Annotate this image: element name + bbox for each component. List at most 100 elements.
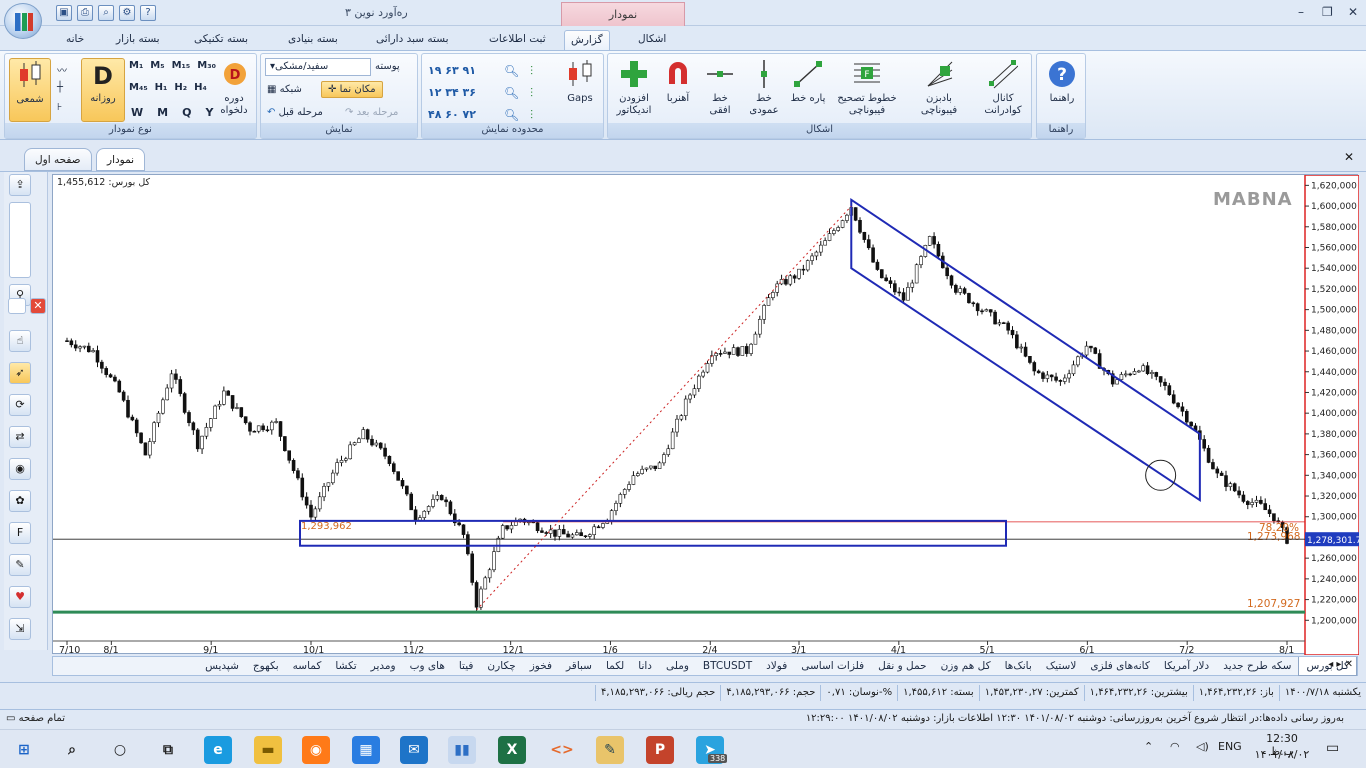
symbol-tab[interactable]: حمل و نقل: [871, 660, 933, 672]
symbol-tab[interactable]: فلزات اساسی: [794, 660, 871, 672]
prev-step-button[interactable]: ↶ مرحله قبل: [267, 107, 323, 118]
tab-fundamental[interactable]: بسته بنیادی: [282, 30, 344, 51]
symbol-tab[interactable]: بکهوج: [246, 660, 286, 672]
segment-button[interactable]: پاره خط: [788, 58, 828, 105]
range-preset-grid[interactable]: ۱۹ ۶۳ ۹۱ ۱۲ ۳۴ ۳۶ ۴۸ ۶۰ ۷۲: [428, 60, 476, 126]
tool-palette-icon[interactable]: ✿: [9, 490, 31, 512]
tool-pointer-icon[interactable]: ➶: [9, 362, 31, 384]
symbol-tab[interactable]: فیتا: [452, 660, 481, 672]
print-preview-icon[interactable]: ⌕: [98, 5, 114, 21]
background-select[interactable]: سفید/مشکی ▾: [265, 58, 371, 76]
mail-icon[interactable]: ✉: [400, 736, 428, 764]
language-indicator[interactable]: ENG: [1218, 740, 1242, 753]
symbol-tab[interactable]: BTCUSDT: [696, 660, 759, 672]
monthly-button[interactable]: M: [157, 106, 168, 119]
symbol-tab[interactable]: سباقر: [559, 660, 599, 672]
yearly-button[interactable]: Y: [205, 106, 213, 119]
firefox-icon[interactable]: ◉: [302, 736, 330, 764]
price-chart[interactable]: 1,200,0001,220,0001,240,0001,260,0001,28…: [53, 175, 1359, 655]
symbol-tab[interactable]: فولاد: [759, 660, 794, 672]
next-step-button[interactable]: ↷ مرحله بعد: [345, 107, 398, 118]
symbol-tab[interactable]: دانا: [631, 660, 659, 672]
tool-refresh-icon[interactable]: ⟳: [9, 394, 31, 416]
maximize-button[interactable]: ❐: [1322, 5, 1333, 19]
symbol-tab[interactable]: شپدیس: [198, 660, 246, 672]
symbol-tab[interactable]: دلار آمریکا: [1157, 660, 1216, 672]
pin-icon[interactable]: ⇪: [9, 174, 31, 196]
fullscreen-toggle[interactable]: ▭ تمام صفحه: [6, 713, 65, 724]
tab-home[interactable]: خانه: [60, 30, 90, 51]
symbol-tab[interactable]: ومدیر: [364, 660, 403, 672]
paint-icon[interactable]: ✎: [596, 736, 624, 764]
gaps-button[interactable]: Gaps: [560, 58, 600, 105]
weekly-button[interactable]: W: [131, 106, 143, 119]
symbol-nav-arrows[interactable]: ◂ ▸ ✕: [1328, 659, 1353, 670]
wifi-icon[interactable]: ◠: [1170, 740, 1180, 753]
symbol-tab[interactable]: کماسه: [286, 660, 329, 672]
powerpoint-icon[interactable]: P: [646, 736, 674, 764]
tab-chart-doc[interactable]: نمودار: [96, 148, 146, 171]
tool-sync-icon[interactable]: ⇄: [9, 426, 31, 448]
tool-f-icon[interactable]: F: [9, 522, 31, 544]
tool-export-icon[interactable]: ⇲: [9, 618, 31, 640]
fib-retracement-button[interactable]: F خطوط تصحیح فیبوناچی: [834, 58, 900, 117]
line-chart-icon[interactable]: 〰: [57, 62, 67, 77]
cursor-button[interactable]: ✛ مکان نما: [321, 81, 383, 98]
candle-button[interactable]: شمعی: [9, 58, 51, 122]
magnet-button[interactable]: آهنربا: [660, 58, 696, 105]
timeframe-grid-hours[interactable]: M₄₅ H₁ H₂ H₄: [129, 82, 207, 93]
fib-fan-button[interactable]: بادبزن فیبوناچی: [908, 58, 970, 117]
symbol-tab[interactable]: بانک‌ها: [998, 660, 1039, 672]
ohlc-icon[interactable]: ⊦: [57, 102, 62, 113]
tool-hand-icon[interactable]: ☝: [9, 330, 31, 352]
scroll-list[interactable]: [9, 202, 31, 278]
symbol-tab[interactable]: های وب: [403, 660, 452, 672]
tab-portfolio[interactable]: بسته سبد دارائی: [370, 30, 455, 51]
chevron-up-icon[interactable]: ⌃: [1144, 740, 1153, 753]
symbol-tab[interactable]: وملی: [659, 660, 696, 672]
close-doc-icon[interactable]: ✕: [1344, 150, 1354, 164]
file-explorer-icon[interactable]: ▬: [254, 736, 282, 764]
clock-date[interactable]: ۱۴۰۱/۰۸/۰۲: [1254, 748, 1310, 761]
save-icon[interactable]: ▣: [56, 5, 72, 21]
daily-button[interactable]: D روزانه: [81, 58, 125, 122]
tab-first-page[interactable]: صفحه اول: [24, 148, 92, 171]
app-menu-button[interactable]: [4, 3, 42, 39]
quarterly-button[interactable]: Q: [182, 106, 191, 119]
code-icon[interactable]: <>: [548, 736, 576, 764]
tool-heart-icon[interactable]: ♥: [9, 586, 31, 608]
symbol-tab[interactable]: سکه طرح جدید: [1216, 660, 1298, 672]
chart-area[interactable]: 1,200,0001,220,0001,240,0001,260,0001,28…: [52, 174, 1359, 655]
excel-icon[interactable]: X: [498, 736, 526, 764]
vline-button[interactable]: خط عمودی: [744, 58, 784, 117]
tool-note-icon[interactable]: ✎: [9, 554, 31, 576]
print-icon[interactable]: ⎙: [77, 5, 93, 21]
edge-icon[interactable]: e: [204, 736, 232, 764]
tab-market[interactable]: بسته بازار: [110, 30, 166, 51]
symbol-tab[interactable]: چکارن: [480, 660, 522, 672]
rahavard-taskbar-icon[interactable]: ▮▮: [448, 736, 476, 764]
tab-shapes[interactable]: اشکال: [632, 30, 672, 51]
symbol-tab[interactable]: فخوز: [523, 660, 559, 672]
delete-icon[interactable]: ✕: [30, 298, 46, 314]
symbol-tab[interactable]: لاستیک: [1039, 660, 1084, 672]
grid-button[interactable]: ▦ شبکه: [267, 84, 302, 95]
settings-icon[interactable]: ⚙: [119, 5, 135, 21]
tool-camera-icon[interactable]: ◉: [9, 458, 31, 480]
zoom-icon[interactable]: 🔍︎ 🔍︎ 🔍︎: [504, 60, 519, 126]
tab-report[interactable]: گزارش: [564, 30, 610, 51]
tab-technical[interactable]: بسته تکنیکی: [188, 30, 254, 51]
hline-button[interactable]: خط افقی: [702, 58, 738, 117]
volume-icon[interactable]: ◁): [1196, 740, 1209, 753]
bar-chart-icon[interactable]: ┼: [57, 82, 63, 93]
tab-data-entry[interactable]: ثبت اطلاعات: [483, 30, 552, 51]
symbol-tab[interactable]: کل هم وزن: [934, 660, 998, 672]
cortana-icon[interactable]: ○: [106, 736, 134, 764]
store-icon[interactable]: ▦: [352, 736, 380, 764]
help-icon[interactable]: ?: [140, 5, 156, 21]
notification-icon[interactable]: ▭: [1326, 740, 1339, 756]
symbol-tab[interactable]: لکما: [599, 660, 631, 672]
range-chart-icon[interactable]: ⫶ ⫶ ⫶: [530, 60, 533, 126]
task-view-icon[interactable]: ⧉: [154, 736, 182, 764]
search-icon[interactable]: ⌕: [58, 736, 86, 764]
